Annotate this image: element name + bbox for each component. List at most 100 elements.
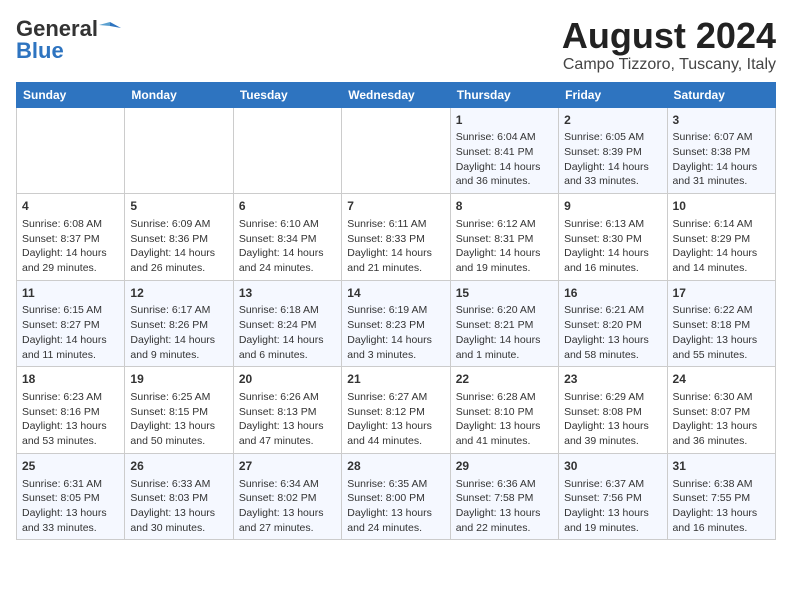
day-number: 19	[130, 371, 227, 388]
day-info-line: Sunset: 8:29 PM	[673, 232, 770, 247]
logo-blue: Blue	[16, 38, 64, 64]
page-header: General Blue August 2024 Campo Tizzoro, …	[16, 16, 776, 74]
day-info-line: Sunrise: 6:08 AM	[22, 217, 119, 232]
calendar-cell: 7Sunrise: 6:11 AMSunset: 8:33 PMDaylight…	[342, 194, 450, 281]
day-info-line: Sunset: 8:12 PM	[347, 405, 444, 420]
day-number: 20	[239, 371, 336, 388]
column-header-wednesday: Wednesday	[342, 82, 450, 107]
calendar-cell: 16Sunrise: 6:21 AMSunset: 8:20 PMDayligh…	[559, 280, 667, 367]
day-number: 9	[564, 198, 661, 215]
day-number: 14	[347, 285, 444, 302]
calendar-cell: 1Sunrise: 6:04 AMSunset: 8:41 PMDaylight…	[450, 107, 558, 194]
calendar-cell: 24Sunrise: 6:30 AMSunset: 8:07 PMDayligh…	[667, 367, 775, 454]
day-info-line: Daylight: 14 hours and 31 minutes.	[673, 160, 770, 189]
day-info-line: Daylight: 13 hours and 33 minutes.	[22, 506, 119, 535]
day-info-line: Sunrise: 6:28 AM	[456, 390, 553, 405]
day-info-line: Daylight: 14 hours and 11 minutes.	[22, 333, 119, 362]
day-info-line: Sunrise: 6:34 AM	[239, 477, 336, 492]
day-number: 22	[456, 371, 553, 388]
day-info-line: Sunset: 8:20 PM	[564, 318, 661, 333]
calendar-table: SundayMondayTuesdayWednesdayThursdayFrid…	[16, 82, 776, 541]
day-info-line: Sunset: 8:39 PM	[564, 145, 661, 160]
day-number: 25	[22, 458, 119, 475]
calendar-cell	[125, 107, 233, 194]
day-info-line: Sunrise: 6:17 AM	[130, 303, 227, 318]
day-info-line: Sunrise: 6:29 AM	[564, 390, 661, 405]
day-info-line: Daylight: 14 hours and 26 minutes.	[130, 246, 227, 275]
column-header-tuesday: Tuesday	[233, 82, 341, 107]
day-info-line: Daylight: 13 hours and 27 minutes.	[239, 506, 336, 535]
day-info-line: Sunset: 8:34 PM	[239, 232, 336, 247]
month-year-title: August 2024	[562, 16, 776, 56]
day-number: 28	[347, 458, 444, 475]
calendar-cell: 26Sunrise: 6:33 AMSunset: 8:03 PMDayligh…	[125, 453, 233, 540]
day-info-line: Sunset: 8:07 PM	[673, 405, 770, 420]
logo-bird-icon	[99, 20, 121, 38]
day-info-line: Daylight: 14 hours and 6 minutes.	[239, 333, 336, 362]
day-info-line: Sunrise: 6:10 AM	[239, 217, 336, 232]
day-info-line: Sunrise: 6:35 AM	[347, 477, 444, 492]
calendar-cell: 3Sunrise: 6:07 AMSunset: 8:38 PMDaylight…	[667, 107, 775, 194]
day-info-line: Daylight: 13 hours and 58 minutes.	[564, 333, 661, 362]
calendar-cell: 22 Sunrise: 6:28 AMSunset: 8:10 PMDayligh…	[450, 367, 558, 454]
calendar-cell	[233, 107, 341, 194]
day-number: 2	[564, 112, 661, 129]
day-number: 30	[564, 458, 661, 475]
day-number: 6	[239, 198, 336, 215]
day-info-line: Sunrise: 6:27 AM	[347, 390, 444, 405]
calendar-cell: 8Sunrise: 6:12 AMSunset: 8:31 PMDaylight…	[450, 194, 558, 281]
day-info-line: Daylight: 13 hours and 30 minutes.	[130, 506, 227, 535]
day-info-line: Sunrise: 6:09 AM	[130, 217, 227, 232]
day-info-line: Daylight: 13 hours and 50 minutes.	[130, 419, 227, 448]
day-info-line: Sunset: 8:23 PM	[347, 318, 444, 333]
day-info-line: Sunset: 8:38 PM	[673, 145, 770, 160]
day-number: 26	[130, 458, 227, 475]
day-number: 21	[347, 371, 444, 388]
calendar-cell: 29Sunrise: 6:36 AMSunset: 7:58 PMDayligh…	[450, 453, 558, 540]
logo: General Blue	[16, 16, 122, 64]
column-header-sunday: Sunday	[17, 82, 125, 107]
day-info-line: Sunset: 7:55 PM	[673, 491, 770, 506]
calendar-cell: 18Sunrise: 6:23 AMSunset: 8:16 PMDayligh…	[17, 367, 125, 454]
day-info-line: Daylight: 14 hours and 36 minutes.	[456, 160, 553, 189]
calendar-cell: 30Sunrise: 6:37 AMSunset: 7:56 PMDayligh…	[559, 453, 667, 540]
day-info-line: Sunset: 8:08 PM	[564, 405, 661, 420]
calendar-week-row: 25Sunrise: 6:31 AMSunset: 8:05 PMDayligh…	[17, 453, 776, 540]
day-info-line: Daylight: 13 hours and 41 minutes.	[456, 419, 553, 448]
day-info-line: Sunset: 8:15 PM	[130, 405, 227, 420]
day-info-line: Sunrise: 6:38 AM	[673, 477, 770, 492]
calendar-cell: 2Sunrise: 6:05 AMSunset: 8:39 PMDaylight…	[559, 107, 667, 194]
day-info-line: Sunrise: 6:21 AM	[564, 303, 661, 318]
calendar-cell: 9Sunrise: 6:13 AMSunset: 8:30 PMDaylight…	[559, 194, 667, 281]
day-info-line: Daylight: 13 hours and 24 minutes.	[347, 506, 444, 535]
day-info-line: Sunset: 8:24 PM	[239, 318, 336, 333]
day-info-line: Daylight: 13 hours and 19 minutes.	[564, 506, 661, 535]
day-info-line: Daylight: 13 hours and 36 minutes.	[673, 419, 770, 448]
day-info-line: Daylight: 14 hours and 24 minutes.	[239, 246, 336, 275]
day-info-line: Sunrise: 6:18 AM	[239, 303, 336, 318]
calendar-week-row: 11Sunrise: 6:15 AMSunset: 8:27 PMDayligh…	[17, 280, 776, 367]
day-info-line: Sunrise: 6:33 AM	[130, 477, 227, 492]
day-info-line: Daylight: 13 hours and 47 minutes.	[239, 419, 336, 448]
day-info-line: Sunrise: 6:19 AM	[347, 303, 444, 318]
day-info-line: Daylight: 13 hours and 39 minutes.	[564, 419, 661, 448]
calendar-cell: 28 Sunrise: 6:35 AMSunset: 8:00 PMDayligh…	[342, 453, 450, 540]
day-number: 23	[564, 371, 661, 388]
day-info-line: Sunrise: 6:26 AM	[239, 390, 336, 405]
day-info-line: Sunset: 8:10 PM	[456, 405, 553, 420]
day-info-line: Daylight: 13 hours and 44 minutes.	[347, 419, 444, 448]
day-info-line: Sunset: 8:00 PM	[347, 491, 444, 506]
day-info-line: Daylight: 14 hours and 33 minutes.	[564, 160, 661, 189]
calendar-cell: 6 Sunrise: 6:10 AMSunset: 8:34 PMDaylight…	[233, 194, 341, 281]
day-info-line: Sunset: 8:30 PM	[564, 232, 661, 247]
day-info-line: Sunrise: 6:37 AM	[564, 477, 661, 492]
calendar-cell	[342, 107, 450, 194]
day-info-line: Sunrise: 6:25 AM	[130, 390, 227, 405]
day-info-line: Sunrise: 6:07 AM	[673, 130, 770, 145]
day-number: 8	[456, 198, 553, 215]
day-number: 29	[456, 458, 553, 475]
calendar-cell: 20Sunrise: 6:26 AMSunset: 8:13 PMDayligh…	[233, 367, 341, 454]
day-info-line: Daylight: 13 hours and 55 minutes.	[673, 333, 770, 362]
day-number: 12	[130, 285, 227, 302]
location-subtitle: Campo Tizzoro, Tuscany, Italy	[562, 56, 776, 74]
